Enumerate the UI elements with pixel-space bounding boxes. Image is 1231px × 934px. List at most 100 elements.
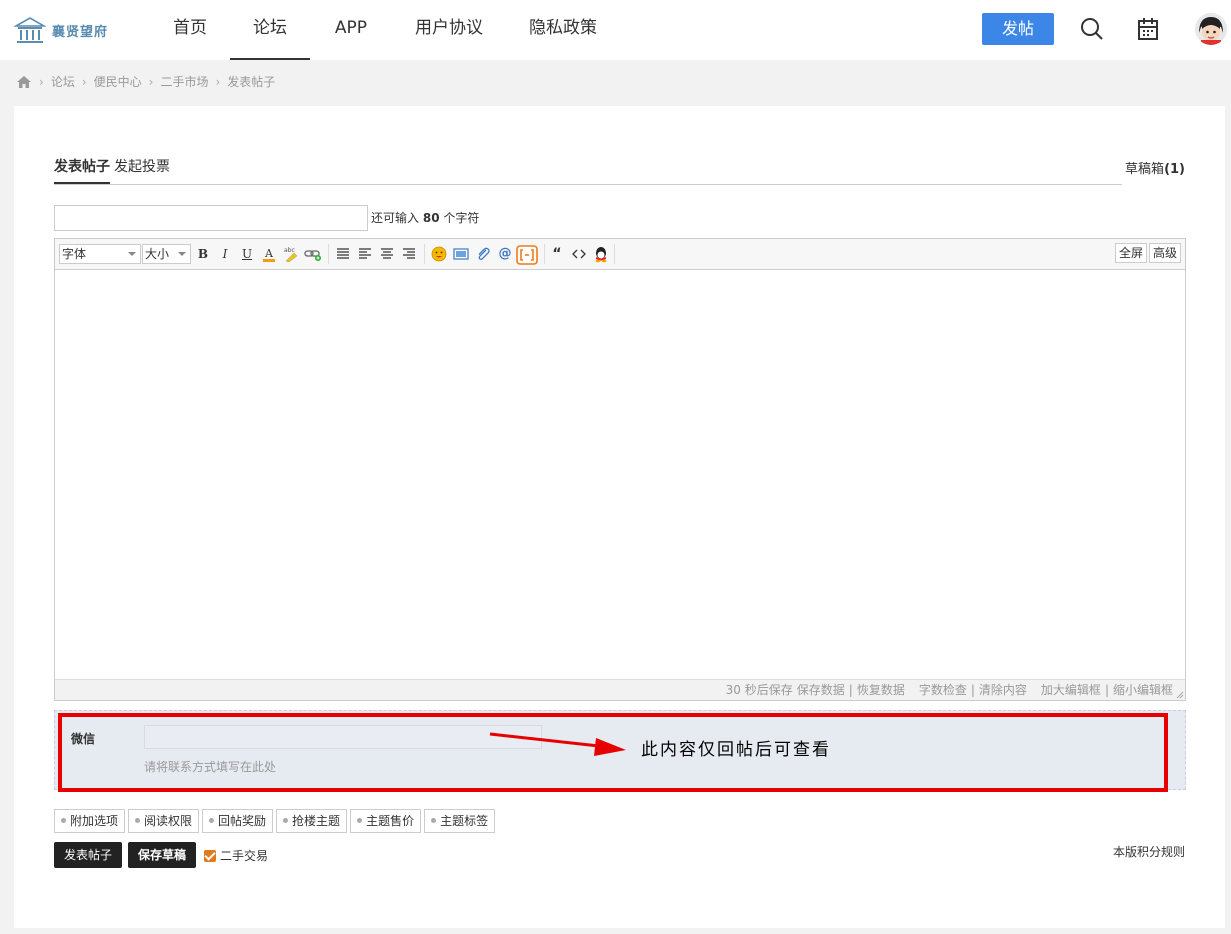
- rich-text-editor: 字体 大小 B I U A abc @ “ 全屏 高级 30 秒后保存 保存数据…: [54, 238, 1186, 701]
- qq-icon[interactable]: [592, 245, 610, 263]
- annotation-text: 此内容仅回帖后可查看: [641, 740, 831, 760]
- emoji-icon[interactable]: [430, 245, 448, 263]
- option-label: 抢楼主题: [292, 814, 341, 828]
- site-logo[interactable]: 襄贤望府: [14, 13, 108, 47]
- code-icon[interactable]: [570, 245, 588, 263]
- building-logo-icon: [14, 17, 46, 43]
- tab-new-poll[interactable]: 发起投票: [114, 156, 170, 176]
- bullet-icon: [431, 818, 437, 823]
- option-label: 附加选项: [70, 814, 119, 828]
- align-justify-icon[interactable]: [356, 245, 374, 263]
- word-check-link[interactable]: 字数检查: [919, 683, 967, 697]
- at-mention-icon[interactable]: @: [496, 245, 514, 263]
- drafts-count: (1): [1164, 162, 1185, 177]
- status-separator: |: [970, 683, 975, 697]
- highlight-icon[interactable]: abc: [282, 245, 300, 263]
- save-draft-button[interactable]: 保存草稿: [128, 842, 196, 868]
- size-select[interactable]: 大小: [142, 244, 191, 264]
- link-icon[interactable]: [304, 245, 322, 263]
- svg-text:A: A: [264, 247, 274, 260]
- bullet-icon: [283, 818, 289, 823]
- dropdown-arrow-icon: [128, 252, 136, 256]
- chevron-right-icon: ›: [39, 74, 44, 89]
- toolbar-divider: [328, 244, 329, 264]
- toolbar-divider: [544, 244, 545, 264]
- chevron-right-icon: ›: [81, 74, 87, 89]
- breadcrumb-second-hand[interactable]: 二手市场: [160, 73, 208, 90]
- option-floor-grab[interactable]: 抢楼主题: [276, 809, 348, 833]
- attachment-icon[interactable]: [474, 245, 492, 263]
- checkbox-label: 二手交易: [220, 849, 269, 863]
- nav-user-agreement[interactable]: 用户协议: [404, 0, 494, 60]
- align-right-icon[interactable]: [400, 245, 418, 263]
- nav-app[interactable]: APP: [322, 0, 380, 60]
- option-thread-tags[interactable]: 主题标签: [424, 809, 496, 833]
- dropdown-arrow-icon: [178, 252, 186, 256]
- breadcrumb-service-center[interactable]: 便民中心: [94, 73, 142, 90]
- compose-panel: 发表帖子 发起投票 草稿箱(1) 还可输入 80 个字符 字体 大小 B I U…: [14, 106, 1225, 928]
- submit-post-button[interactable]: 发表帖子: [54, 842, 122, 868]
- shrink-editor-link[interactable]: 缩小编辑框: [1113, 683, 1173, 697]
- code-bracket-icon[interactable]: [516, 245, 538, 265]
- chevron-right-icon: ›: [215, 74, 221, 89]
- image-icon[interactable]: [452, 245, 470, 263]
- align-left-icon[interactable]: [334, 245, 352, 263]
- option-label: 主题售价: [366, 814, 415, 828]
- bullet-icon: [209, 818, 215, 823]
- italic-icon[interactable]: I: [216, 245, 234, 263]
- font-select-value: 字体: [62, 247, 87, 261]
- save-data-link[interactable]: 保存数据: [797, 683, 845, 697]
- bold-icon[interactable]: B: [194, 245, 212, 263]
- font-color-icon[interactable]: A: [260, 245, 278, 263]
- checkbox-checked-icon[interactable]: [204, 849, 216, 862]
- toolbar-divider: [424, 244, 425, 264]
- nav-privacy-policy[interactable]: 隐私政策: [518, 0, 608, 60]
- resize-handle-icon[interactable]: [1174, 689, 1184, 699]
- title-input[interactable]: [54, 205, 368, 231]
- breadcrumb: › 论坛 › 便民中心 › 二手市场 › 发表帖子: [16, 73, 275, 90]
- logo-text: 襄贤望府: [52, 24, 109, 40]
- option-reply-reward[interactable]: 回帖奖励: [202, 809, 274, 833]
- tab-new-post[interactable]: 发表帖子: [54, 156, 110, 184]
- nav-forum[interactable]: 论坛: [230, 0, 310, 60]
- second-hand-checkbox[interactable]: 二手交易: [204, 847, 268, 864]
- search-icon[interactable]: [1080, 17, 1104, 45]
- autosave-countdown: 30 秒后保存: [725, 683, 793, 697]
- annotation-arrow-icon: [489, 732, 626, 756]
- breadcrumb-current: 发表帖子: [227, 75, 276, 89]
- option-attachments[interactable]: 附加选项: [54, 809, 126, 833]
- advanced-button[interactable]: 高级: [1149, 243, 1182, 263]
- top-navbar: 襄贤望府 首页 论坛 APP 用户协议 隐私政策 发帖: [0, 0, 1231, 60]
- home-icon[interactable]: [16, 75, 32, 89]
- editor-status-bar: 30 秒后保存 保存数据 | 恢复数据 字数检查 | 清除内容 加大编辑框 | 缩小编辑框: [55, 679, 1185, 700]
- breadcrumb-forum[interactable]: 论坛: [51, 73, 75, 90]
- char-hint-suffix: 个字符: [443, 211, 480, 225]
- option-read-permission[interactable]: 阅读权限: [128, 809, 200, 833]
- editor-body[interactable]: [55, 270, 1183, 676]
- status-separator: |: [1104, 683, 1109, 697]
- enlarge-editor-link[interactable]: 加大编辑框: [1041, 683, 1101, 697]
- extra-options-row: 附加选项 阅读权限 回帖奖励 抢楼主题 主题售价 主题标签: [54, 809, 498, 833]
- chevron-right-icon: ›: [148, 74, 154, 89]
- restore-data-link[interactable]: 恢复数据: [857, 683, 905, 697]
- drafts-link[interactable]: 草稿箱(1): [1125, 158, 1185, 177]
- editor-toolbar: 字体 大小 B I U A abc @ “ 全屏 高级: [55, 239, 1185, 270]
- user-avatar[interactable]: [1195, 13, 1227, 45]
- underline-icon[interactable]: U: [238, 245, 256, 263]
- bullet-icon: [135, 818, 141, 823]
- post-button[interactable]: 发帖: [982, 13, 1054, 45]
- align-center-icon[interactable]: [378, 245, 396, 263]
- option-label: 回帖奖励: [218, 814, 267, 828]
- clear-content-link[interactable]: 清除内容: [979, 683, 1027, 697]
- nav-home[interactable]: 首页: [162, 0, 218, 60]
- compose-tabs: 发表帖子 发起投票: [54, 156, 1122, 185]
- bullet-icon: [61, 818, 66, 823]
- quote-icon[interactable]: “: [548, 245, 566, 263]
- fullscreen-button[interactable]: 全屏: [1115, 243, 1148, 263]
- option-label: 阅读权限: [144, 814, 193, 828]
- points-rules-link[interactable]: 本版积分规则: [1113, 843, 1185, 860]
- font-select[interactable]: 字体: [59, 244, 141, 264]
- option-label: 主题标签: [440, 814, 489, 828]
- calendar-icon[interactable]: [1137, 17, 1159, 45]
- option-thread-price[interactable]: 主题售价: [350, 809, 422, 833]
